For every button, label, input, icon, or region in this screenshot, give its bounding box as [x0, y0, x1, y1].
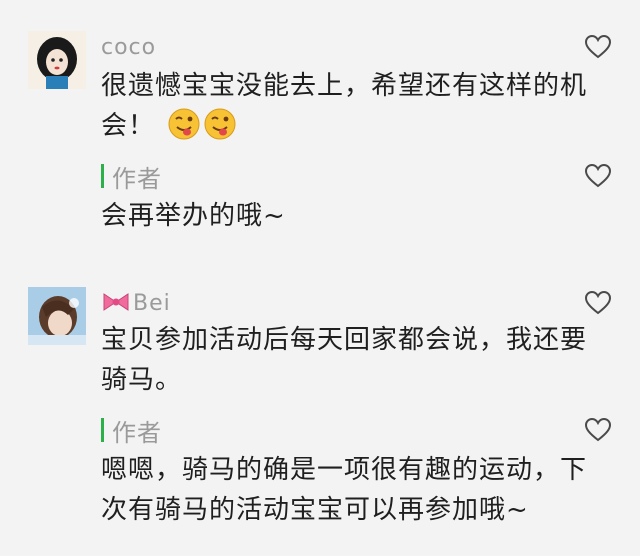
author-indicator-bar	[101, 418, 104, 442]
tongue-wink-emoji	[168, 108, 200, 140]
comment-text: 宝贝参加活动后每天回家都会说，我还要骑马。	[101, 325, 588, 395]
reply-text: 会再举办的哦~	[101, 201, 286, 231]
heart-outline-icon[interactable]	[584, 290, 612, 316]
bow-emoji	[101, 291, 131, 313]
heart-outline-icon[interactable]	[584, 163, 612, 189]
author-reply-header: 作者	[101, 417, 162, 447]
author-indicator-bar	[101, 164, 104, 188]
avatar[interactable]	[28, 31, 86, 89]
avatar[interactable]	[28, 287, 86, 345]
tongue-wink-emoji	[204, 108, 236, 140]
reply-text: 嗯嗯，骑马的确是一项很有趣的运动，下次有骑马的活动宝宝可以再参加哦~	[101, 455, 588, 525]
heart-outline-icon[interactable]	[584, 34, 612, 60]
nickname: Bei	[101, 291, 171, 317]
heart-outline-icon[interactable]	[584, 417, 612, 443]
nickname: coco	[101, 35, 157, 60]
author-label: 作者	[112, 418, 162, 447]
author-label: 作者	[112, 164, 162, 193]
author-reply-header: 作者	[101, 163, 162, 193]
nickname-text: Bei	[133, 291, 171, 316]
comment-text: 很遗憾宝宝没能去上，希望还有这样的机会！	[101, 66, 611, 146]
